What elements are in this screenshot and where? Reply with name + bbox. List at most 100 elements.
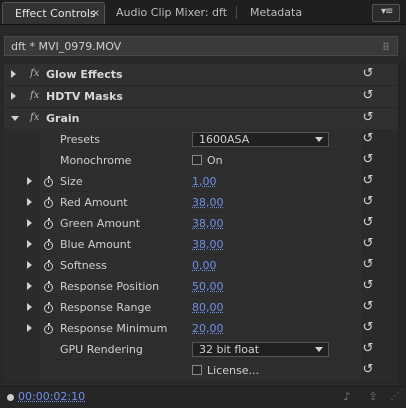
stopwatch-icon[interactable] [44,260,53,271]
tab-metadata[interactable]: Metadata [238,2,308,24]
param-label: Blue Amount [60,238,132,251]
reset-icon[interactable]: ↺ [360,362,376,378]
effect-controls-panel: Effect Controls × Audio Clip Mixer: dft … [0,0,406,408]
param-label: Size [60,175,83,188]
resize-grip-icon[interactable]: ⋰ [388,390,402,404]
response-range-value[interactable]: 80,00 [192,301,224,314]
param-label: Response Minimum [60,322,168,335]
fx-icon[interactable]: fx [30,68,39,79]
softness-value[interactable]: 0,00 [192,259,217,272]
dropdown-value: 32 bit float [199,343,260,356]
expand-arrow-icon[interactable] [27,240,32,248]
reset-icon[interactable]: ↺ [360,341,376,357]
stopwatch-icon[interactable] [44,239,53,250]
param-row-response-minimum: Response Minimum 20,00 ↺ [4,318,398,339]
param-label: Red Amount [60,196,128,209]
green-amount-value[interactable]: 38,00 [192,217,224,230]
bottom-bar: 00:00:02:10 ♪ ⇪ ⋰ [0,386,406,408]
blue-amount-value[interactable]: 38,00 [192,238,224,251]
effect-label: Glow Effects [46,68,123,81]
param-label: Green Amount [60,217,141,230]
presets-dropdown[interactable]: 1600ASA [192,132,329,147]
stopwatch-icon[interactable] [44,197,53,208]
clip-name: dft * MVI_0979.MOV [11,40,122,53]
vertical-scrollbar[interactable] [398,60,406,385]
reset-icon[interactable]: ↺ [360,299,376,315]
effect-label: HDTV Masks [46,90,123,103]
expand-arrow-icon[interactable] [27,324,32,332]
license-button[interactable]: License... [207,364,259,377]
reset-icon[interactable]: ↺ [360,194,376,210]
reset-icon[interactable]: ↺ [360,257,376,273]
collapse-arrow-icon[interactable] [11,116,19,121]
param-row-softness: Softness 0,00 ↺ [4,255,398,276]
tab-effect-controls[interactable]: Effect Controls × [2,2,105,24]
panel-menu-button[interactable]: ▾≡ [372,4,400,22]
chevron-down-icon [315,347,323,352]
param-row-monochrome: Monochrome On ↺ [4,150,398,171]
reset-icon[interactable]: ↺ [360,152,376,168]
timecode[interactable]: 00:00:02:10 [18,390,85,403]
reset-icon[interactable]: ↺ [360,66,376,82]
tab-label: Audio Clip Mixer: dft [116,6,228,19]
expand-arrow-icon[interactable] [27,303,32,311]
expand-arrow-icon[interactable] [11,92,16,100]
param-row-gpu-rendering: GPU Rendering 32 bit float ↺ [4,339,398,360]
param-label: Response Range [60,301,152,314]
red-amount-value[interactable]: 38,00 [192,196,224,209]
grip-icon[interactable] [383,42,389,50]
reset-icon[interactable]: ↺ [360,215,376,231]
fx-icon[interactable]: fx [30,112,39,123]
param-row-response-range: Response Range 80,00 ↺ [4,297,398,318]
reset-icon[interactable]: ↺ [360,320,376,336]
param-row-response-position: Response Position 50,00 ↺ [4,276,398,297]
size-value[interactable]: 1,00 [192,175,217,188]
response-position-value[interactable]: 50,00 [192,280,224,293]
close-tab-icon[interactable]: × [92,3,100,24]
param-label: Softness [60,259,107,272]
response-minimum-value[interactable]: 20,00 [192,322,224,335]
stopwatch-icon[interactable] [44,302,53,313]
reset-icon[interactable]: ↺ [360,173,376,189]
expand-arrow-icon[interactable] [27,219,32,227]
effect-row-glow[interactable]: fx Glow Effects ↺ [4,64,398,85]
expand-arrow-icon[interactable] [11,70,16,78]
stopwatch-icon[interactable] [44,218,53,229]
checkbox-label: On [207,154,223,167]
tab-audio-clip-mixer[interactable]: Audio Clip Mixer: dft [104,2,230,24]
expand-arrow-icon[interactable] [27,282,32,290]
effect-row-hdtv[interactable]: fx HDTV Masks ↺ [4,86,398,107]
reset-icon[interactable]: ↺ [360,110,376,126]
export-icon[interactable]: ⇪ [366,390,380,404]
panel-menu-icon: ▾≡ [381,6,393,17]
gpu-rendering-dropdown[interactable]: 32 bit float [192,342,329,357]
chevron-down-icon [315,137,323,142]
reset-icon[interactable]: ↺ [360,88,376,104]
stopwatch-icon[interactable] [44,323,53,334]
playhead-icon [7,394,14,401]
expand-arrow-icon[interactable] [27,177,32,185]
expand-arrow-icon[interactable] [27,261,32,269]
tab-divider [236,6,237,19]
param-row-green-amount: Green Amount 38,00 ↺ [4,213,398,234]
param-row-presets: Presets 1600ASA ↺ [4,129,398,150]
tab-bar: Effect Controls × Audio Clip Mixer: dft … [0,0,406,25]
reset-icon[interactable]: ↺ [360,278,376,294]
license-checkbox[interactable] [192,365,202,375]
tab-label: Effect Controls [15,7,96,20]
effect-row-grain[interactable]: fx Grain ↺ [4,108,398,129]
monochrome-checkbox[interactable] [192,155,202,165]
param-label: GPU Rendering [60,343,143,356]
param-row-blue-amount: Blue Amount 38,00 ↺ [4,234,398,255]
effect-label: Grain [46,112,80,125]
param-label: Response Position [60,280,160,293]
reset-icon[interactable]: ↺ [360,236,376,252]
fx-icon[interactable]: fx [30,90,39,101]
tab-label: Metadata [250,6,303,19]
expand-arrow-icon[interactable] [27,198,32,206]
stopwatch-icon[interactable] [44,281,53,292]
dropdown-value: 1600ASA [199,133,250,146]
audio-icon[interactable]: ♪ [340,390,354,404]
reset-icon[interactable]: ↺ [360,131,376,147]
stopwatch-icon[interactable] [44,176,53,187]
